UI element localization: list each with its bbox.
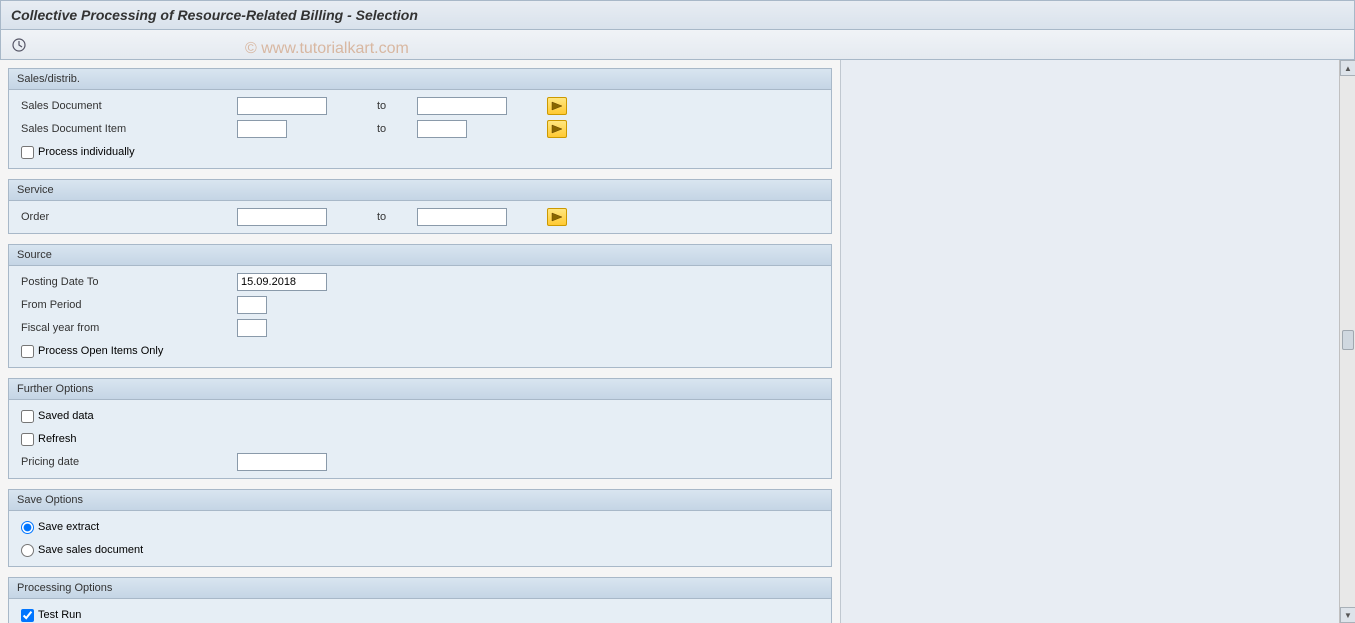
label-to-sales-document-item: to — [377, 123, 407, 135]
row-process-individually: Process individually — [17, 141, 823, 163]
label-to-sales-document: to — [377, 100, 407, 112]
group-further-options: Further Options Saved data Refresh Prici… — [8, 378, 832, 479]
input-fiscal-year-from[interactable] — [237, 319, 267, 337]
group-sales: Sales/distrib. Sales Document to Sales D… — [8, 68, 832, 169]
label-process-individually: Process individually — [38, 146, 135, 158]
group-source: Source Posting Date To From Period Fisca… — [8, 244, 832, 368]
checkbox-refresh[interactable] — [21, 433, 34, 446]
group-body-sales: Sales Document to Sales Document Item to — [9, 90, 831, 168]
checkbox-test-run[interactable] — [21, 609, 34, 622]
group-body-source: Posting Date To From Period Fiscal year … — [9, 266, 831, 367]
input-order-to[interactable] — [417, 208, 507, 226]
group-header-sales: Sales/distrib. — [9, 69, 831, 90]
content-area: Sales/distrib. Sales Document to Sales D… — [0, 60, 1355, 623]
label-order: Order — [17, 211, 237, 223]
label-pricing-date: Pricing date — [17, 456, 237, 468]
input-sales-document-from[interactable] — [237, 97, 327, 115]
label-test-run: Test Run — [38, 609, 81, 621]
input-posting-date-to[interactable] — [237, 273, 327, 291]
group-body-service: Order to — [9, 201, 831, 233]
label-save-sales-document: Save sales document — [38, 544, 143, 556]
execute-icon[interactable] — [11, 37, 27, 53]
row-refresh: Refresh — [17, 428, 823, 450]
group-service: Service Order to — [8, 179, 832, 234]
input-sales-document-item-to[interactable] — [417, 120, 467, 138]
radio-save-extract[interactable] — [21, 521, 34, 534]
multi-select-sales-document[interactable] — [547, 97, 567, 115]
toolbar — [0, 30, 1355, 60]
row-process-open-items: Process Open Items Only — [17, 340, 823, 362]
multi-select-order[interactable] — [547, 208, 567, 226]
multi-select-sales-document-item[interactable] — [547, 120, 567, 138]
group-header-service: Service — [9, 180, 831, 201]
input-from-period[interactable] — [237, 296, 267, 314]
label-save-extract: Save extract — [38, 521, 99, 533]
right-panel: ▲ ▼ — [840, 60, 1355, 623]
radio-save-sales-document[interactable] — [21, 544, 34, 557]
row-posting-date-to: Posting Date To — [17, 271, 823, 293]
label-posting-date-to: Posting Date To — [17, 276, 237, 288]
label-process-open-items: Process Open Items Only — [38, 345, 163, 357]
row-pricing-date: Pricing date — [17, 451, 823, 473]
scroll-grip[interactable] — [1342, 330, 1354, 350]
row-sales-document: Sales Document to — [17, 95, 823, 117]
label-from-period: From Period — [17, 299, 237, 311]
group-header-source: Source — [9, 245, 831, 266]
row-save-extract: Save extract — [17, 516, 823, 538]
checkbox-process-open-items[interactable] — [21, 345, 34, 358]
label-refresh: Refresh — [38, 433, 77, 445]
group-processing-options: Processing Options Test Run — [8, 577, 832, 623]
row-from-period: From Period — [17, 294, 823, 316]
label-fiscal-year-from: Fiscal year from — [17, 322, 237, 334]
label-sales-document-item: Sales Document Item — [17, 123, 237, 135]
scrollbar-vertical[interactable]: ▲ ▼ — [1339, 60, 1355, 623]
group-header-processing-options: Processing Options — [9, 578, 831, 599]
row-test-run: Test Run — [17, 604, 823, 623]
scroll-up-icon[interactable]: ▲ — [1340, 60, 1355, 76]
row-fiscal-year-from: Fiscal year from — [17, 317, 823, 339]
label-saved-data: Saved data — [38, 410, 94, 422]
group-save-options: Save Options Save extract Save sales doc… — [8, 489, 832, 567]
label-to-order: to — [377, 211, 407, 223]
input-order-from[interactable] — [237, 208, 327, 226]
checkbox-process-individually[interactable] — [21, 146, 34, 159]
group-body-processing-options: Test Run — [9, 599, 831, 623]
main-panel: Sales/distrib. Sales Document to Sales D… — [0, 60, 840, 623]
input-sales-document-to[interactable] — [417, 97, 507, 115]
group-body-further-options: Saved data Refresh Pricing date — [9, 400, 831, 478]
row-save-sales-document: Save sales document — [17, 539, 823, 561]
input-pricing-date[interactable] — [237, 453, 327, 471]
page-title: Collective Processing of Resource-Relate… — [11, 7, 418, 23]
label-sales-document: Sales Document — [17, 100, 237, 112]
row-saved-data: Saved data — [17, 405, 823, 427]
group-body-save-options: Save extract Save sales document — [9, 511, 831, 566]
title-bar: Collective Processing of Resource-Relate… — [0, 0, 1355, 30]
group-header-further-options: Further Options — [9, 379, 831, 400]
row-sales-document-item: Sales Document Item to — [17, 118, 823, 140]
group-header-save-options: Save Options — [9, 490, 831, 511]
row-order: Order to — [17, 206, 823, 228]
checkbox-saved-data[interactable] — [21, 410, 34, 423]
input-sales-document-item-from[interactable] — [237, 120, 287, 138]
